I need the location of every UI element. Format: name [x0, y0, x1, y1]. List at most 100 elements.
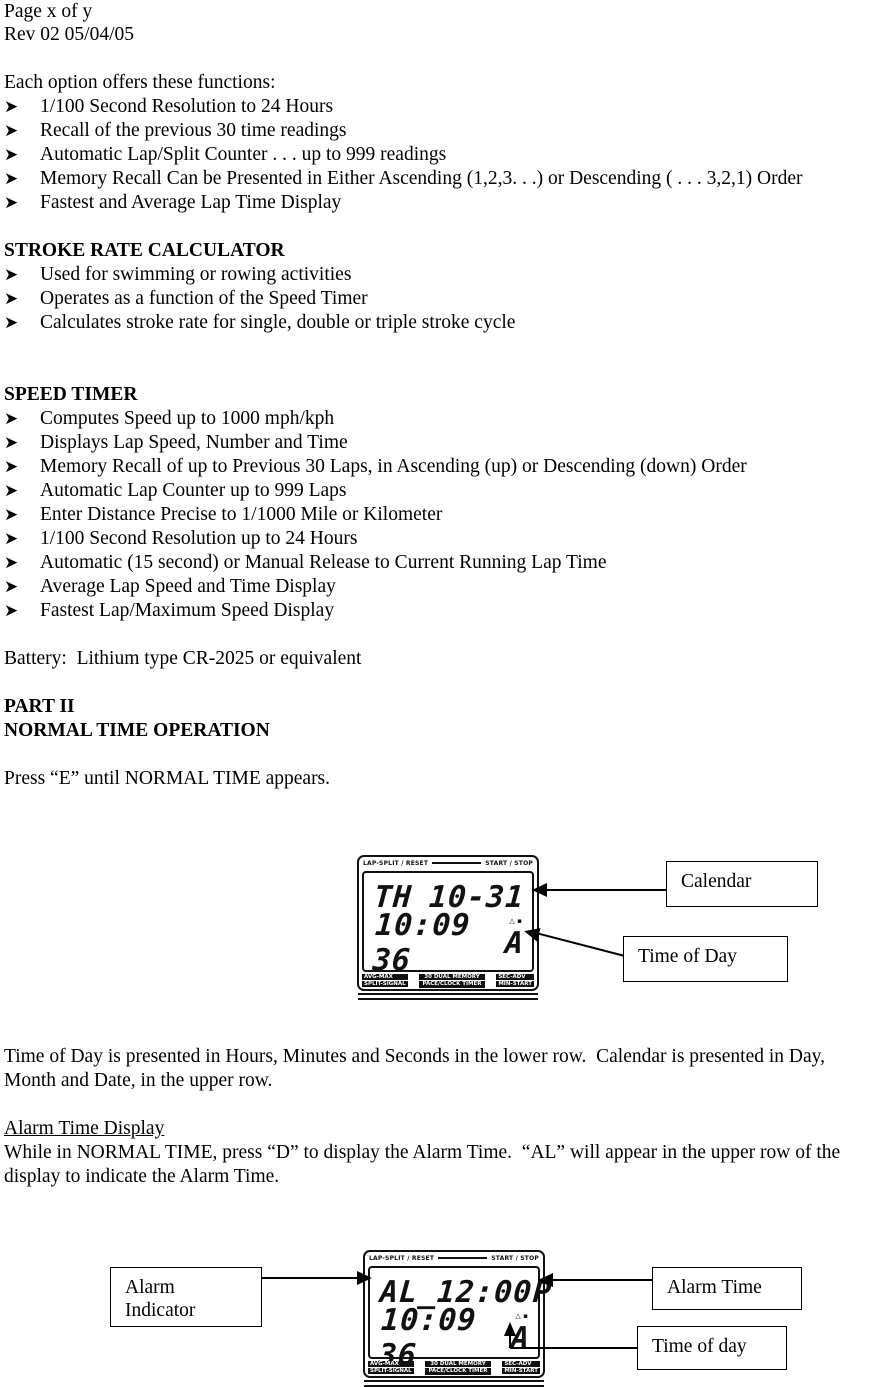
list-item-label: Fastest Lap/Maximum Speed Display: [40, 600, 335, 621]
alarm-paragraph-line-two: display to indicate the Alarm Time.: [4, 1166, 280, 1187]
brand-line-two: PACE/CLOCK TIMER: [425, 1368, 491, 1375]
list-item-label: 1/100 Second Resolution up to 24 Hours: [40, 528, 358, 549]
list-item: ➤ Memory Recall of up to Previous 30 Lap…: [0, 455, 896, 479]
alarm-time-display-heading: Alarm Time Display: [4, 1118, 165, 1139]
body-paragraph: Time of Day is presented in Hours, Minut…: [4, 1046, 826, 1091]
list-item-label: Computes Speed up to 1000 mph/kph: [40, 408, 335, 429]
time-of-day-two-connector-line: [510, 1347, 637, 1349]
watch-display-figure-two: LAP-SPLIT / RESET START / STOP AL_ 12:00…: [363, 1250, 553, 1387]
brand-group: 30 DUAL MEMORY PACE/CLOCK TIMER: [425, 1360, 491, 1375]
list-item: ➤ Automatic Lap Counter up to 999 Laps: [0, 479, 896, 503]
sec-adv-label: SEC-ADV: [502, 1361, 540, 1367]
left-button-group: AVG-MAX SPLIT-SIGNAL: [362, 974, 408, 987]
list-item: ➤ Automatic (15 second) or Manual Releas…: [0, 551, 896, 575]
list-item: ➤ Memory Recall Can be Presented in Eith…: [0, 167, 896, 191]
brand-group: 30 DUAL MEMORY PACE/CLOCK TIMER: [419, 973, 485, 988]
list-item-label: Recall of the previous 30 time readings: [40, 120, 347, 141]
arrowhead-bullet-icon: ➤: [4, 409, 19, 429]
part-label: PART II: [4, 696, 75, 717]
battery-line: Battery: Lithium type CR-2025 or equival…: [4, 648, 362, 669]
brand-line-one: 30 DUAL MEMORY: [425, 1360, 491, 1367]
list-item-label: Automatic (15 second) or Manual Release …: [40, 552, 607, 573]
stroke-rate-heading: STROKE RATE CALCULATOR: [4, 240, 285, 261]
top-divider-bar: [432, 862, 482, 864]
arrowhead-bullet-icon: ➤: [4, 505, 19, 525]
callout-time-of-day: Time of Day: [623, 936, 788, 982]
callout-alarm-indicator: Alarm Indicator: [110, 1267, 262, 1327]
arrowhead-bullet-icon: ➤: [4, 121, 19, 141]
list-item-label: Automatic Lap Counter up to 999 Laps: [40, 480, 347, 501]
lcd-ampm: A: [503, 925, 526, 961]
list-item: ➤ Automatic Lap/Split Counter . . . up t…: [0, 143, 896, 167]
list-item-label: Enter Distance Precise to 1/1000 Mile or…: [40, 504, 443, 525]
brand-line-two: PACE/CLOCK TIMER: [419, 981, 485, 988]
alarm-time-arrowhead-icon: [538, 1273, 553, 1287]
list-item-label: Memory Recall Can be Presented in Either…: [40, 168, 803, 189]
right-button-group: SEC-ADV MIN-START: [502, 1361, 540, 1374]
min-start-label: MIN-START: [502, 1368, 540, 1374]
callout-time-of-day-two: Time of day: [637, 1326, 787, 1370]
section-title: NORMAL TIME OPERATION: [4, 720, 270, 741]
arrowhead-bullet-icon: ➤: [4, 313, 19, 333]
arrowhead-bullet-icon: ➤: [4, 193, 19, 213]
arrowhead-bullet-icon: ➤: [4, 577, 19, 597]
list-item-label: Used for swimming or rowing activities: [40, 264, 352, 285]
sec-adv-label: SEC-ADV: [496, 974, 534, 980]
avg-max-label: AVG-MAX: [362, 974, 408, 980]
arrowhead-bullet-icon: ➤: [4, 529, 19, 549]
list-item: ➤ Recall of the previous 30 time reading…: [0, 119, 896, 143]
list-item-label: Displays Lap Speed, Number and Time: [40, 432, 348, 453]
intro-lead-text: Each option offers these functions:: [4, 72, 276, 93]
arrowhead-bullet-icon: ➤: [4, 457, 19, 477]
list-item: ➤ 1/100 Second Resolution to 24 Hours: [0, 95, 896, 119]
top-divider-bar: [438, 1257, 488, 1259]
list-item: ➤ Average Lap Speed and Time Display: [0, 575, 896, 599]
arrowhead-bullet-icon: ➤: [4, 553, 19, 573]
left-button-group: AVG-MAX SPLIT-SIGNAL: [368, 1361, 414, 1374]
arrowhead-bullet-icon: ➤: [4, 289, 19, 309]
arrowhead-bullet-icon: ➤: [4, 481, 19, 501]
alarm-indicator-connector-line: [262, 1277, 360, 1279]
list-item: ➤ Used for swimming or rowing activities: [0, 263, 896, 287]
list-item-label: Operates as a function of the Speed Time…: [40, 288, 368, 309]
arrowhead-bullet-icon: ➤: [4, 601, 19, 621]
list-item: ➤ Computes Speed up to 1000 mph/kph: [0, 407, 896, 431]
calendar-arrowhead-icon: [532, 883, 547, 897]
revision-line: Rev 02 05/04/05: [4, 24, 134, 45]
start-stop-label: START / STOP: [485, 859, 533, 867]
arrowhead-bullet-icon: ➤: [4, 169, 19, 189]
calendar-connector-line: [545, 889, 666, 891]
lap-split-reset-label: LAP-SPLIT / RESET: [363, 859, 429, 867]
list-item-label: Calculates stroke rate for single, doubl…: [40, 312, 516, 333]
watch-top-button-labels: LAP-SPLIT / RESET START / STOP: [363, 857, 533, 869]
right-button-group: SEC-ADV MIN-START: [496, 974, 534, 987]
watch-top-button-labels: LAP-SPLIT / RESET START / STOP: [369, 1252, 539, 1264]
lap-split-reset-label: LAP-SPLIT / RESET: [369, 1254, 435, 1262]
press-e-instruction: Press “E” until NORMAL TIME appears.: [4, 768, 331, 789]
list-item: ➤ Calculates stroke rate for single, dou…: [0, 311, 896, 335]
speed-timer-heading: SPEED TIMER: [4, 384, 138, 405]
arrowhead-bullet-icon: ➤: [4, 145, 19, 165]
brand-line-one: 30 DUAL MEMORY: [419, 973, 485, 980]
list-item: ➤ Fastest Lap/Maximum Speed Display: [0, 599, 896, 623]
alarm-paragraph-line-one: While in NORMAL TIME, press “D” to displ…: [4, 1142, 841, 1163]
time-of-day-two-arrowhead-icon: [504, 1322, 516, 1336]
list-item-label: Memory Recall of up to Previous 30 Laps,…: [40, 456, 747, 477]
list-item: ➤ 1/100 Second Resolution up to 24 Hours: [0, 527, 896, 551]
list-item-label: Automatic Lap/Split Counter . . . up to …: [40, 144, 447, 165]
alarm-time-connector-line: [551, 1279, 652, 1281]
list-item: ➤ Operates as a function of the Speed Ti…: [0, 287, 896, 311]
split-signal-label: SPLIT-SIGNAL: [368, 1368, 414, 1374]
list-item-label: 1/100 Second Resolution to 24 Hours: [40, 96, 334, 117]
lcd-time-of-day: 10:09 36: [371, 908, 472, 978]
arrowhead-bullet-icon: ➤: [4, 433, 19, 453]
arrowhead-bullet-icon: ➤: [4, 97, 19, 117]
list-item: ➤ Fastest and Average Lap Time Display: [0, 191, 896, 215]
lcd-lower-row: 10:09 36 A: [372, 908, 526, 978]
lcd-screen: TH 10-31 △ ▪ 10:09 36 A: [362, 871, 534, 978]
alarm-indicator-arrowhead-icon: [357, 1271, 372, 1285]
lcd-alarm-indicator-icon: △ ▪: [509, 917, 522, 925]
watch-base-shadow: [358, 993, 538, 1000]
list-item: ➤ Displays Lap Speed, Number and Time: [0, 431, 896, 455]
watch-bottom-button-labels: AVG-MAX SPLIT-SIGNAL 30 DUAL MEMORY PACE…: [362, 973, 534, 988]
